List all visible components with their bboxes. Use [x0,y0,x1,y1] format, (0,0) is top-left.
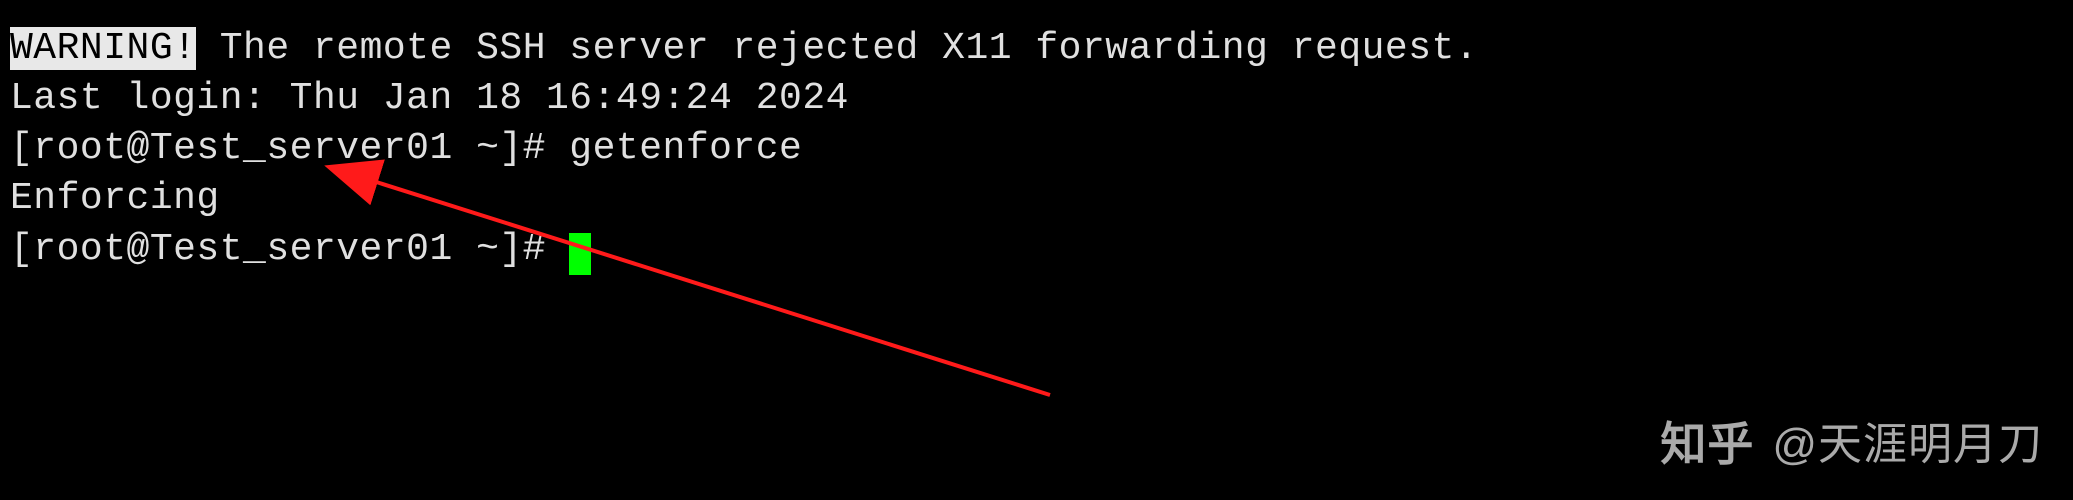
zhihu-logo-icon: 知乎 [1660,414,1754,475]
warning-badge: WARNING! [10,27,196,70]
command-text: getenforce [569,127,802,170]
watermark-author: @天涯明月刀 [1772,416,2043,474]
terminal-line-cmd1: [root@Test_server01 ~]# getenforce [10,124,2063,174]
watermark: 知乎 @天涯明月刀 [1660,414,2043,475]
warning-text: The remote SSH server rejected X11 forwa… [196,27,1478,70]
prompt: [root@Test_server01 ~]# [10,228,569,271]
terminal-line-cmd2[interactable]: [root@Test_server01 ~]# [10,225,2063,275]
prompt: [root@Test_server01 ~]# [10,127,569,170]
terminal-line-output: Enforcing [10,174,2063,224]
terminal-line-lastlogin: Last login: Thu Jan 18 16:49:24 2024 [10,74,2063,124]
cursor-icon [569,233,591,275]
terminal-line-warning: WARNING! The remote SSH server rejected … [10,24,2063,74]
